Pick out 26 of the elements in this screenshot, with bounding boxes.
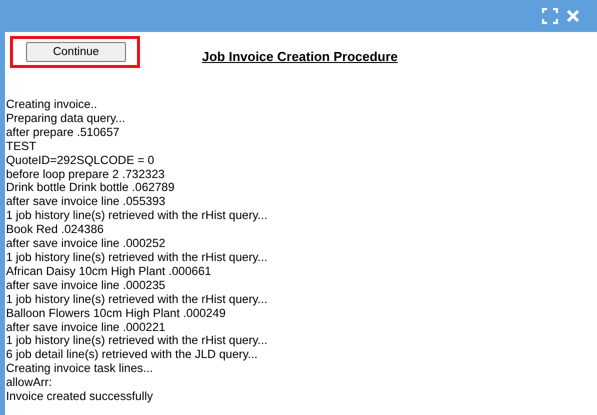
- log-line: after save invoice line .000235: [6, 278, 166, 293]
- log-line: Drink bottle Drink bottle .062789: [6, 181, 175, 196]
- log-line: 1 job history line(s) retrieved with the rHist query...: [6, 209, 268, 224]
- log-line: Creating invoice task lines...: [6, 362, 153, 376]
- log-line: 1 job history line(s) retrieved with the rHist query...: [6, 250, 268, 265]
- log-line: allowArr:: [6, 376, 52, 390]
- log-line: Creating invoice..: [6, 98, 98, 112]
- log-line: after save invoice line .000221: [6, 320, 166, 334]
- close-icon[interactable]: [566, 9, 580, 23]
- log-line: Invoice created successfully: [6, 390, 153, 404]
- log-line: 1 job history line(s) retrieved with the rHist query...: [6, 292, 268, 307]
- log-line: TEST: [6, 140, 36, 154]
- page-title: Job Invoice Creation Procedure: [202, 49, 398, 64]
- log-line: Book Red .024386: [6, 223, 104, 238]
- log-line: before loop prepare 2 .732323: [6, 168, 165, 182]
- log-line: after prepare .510657: [6, 126, 120, 140]
- log-line: after save invoice line .000252: [6, 237, 166, 251]
- log-line: Preparing data query...: [6, 112, 126, 126]
- maximize-icon[interactable]: [542, 8, 558, 24]
- log-line: 6 job detail line(s) retrieved with the JLD query...: [6, 348, 258, 362]
- log-line: QuoteID=292SQLCODE = 0: [6, 154, 154, 168]
- log-line: 1 job history line(s) retrieved with the rHist query...: [6, 334, 268, 348]
- log-line: African Daisy 10cm High Plant .000661: [6, 264, 212, 279]
- log-line: after save invoice line .055393: [6, 195, 166, 210]
- log-line: Balloon Flowers 10cm High Plant .000249: [6, 306, 226, 320]
- continue-button[interactable]: Continue: [26, 42, 126, 62]
